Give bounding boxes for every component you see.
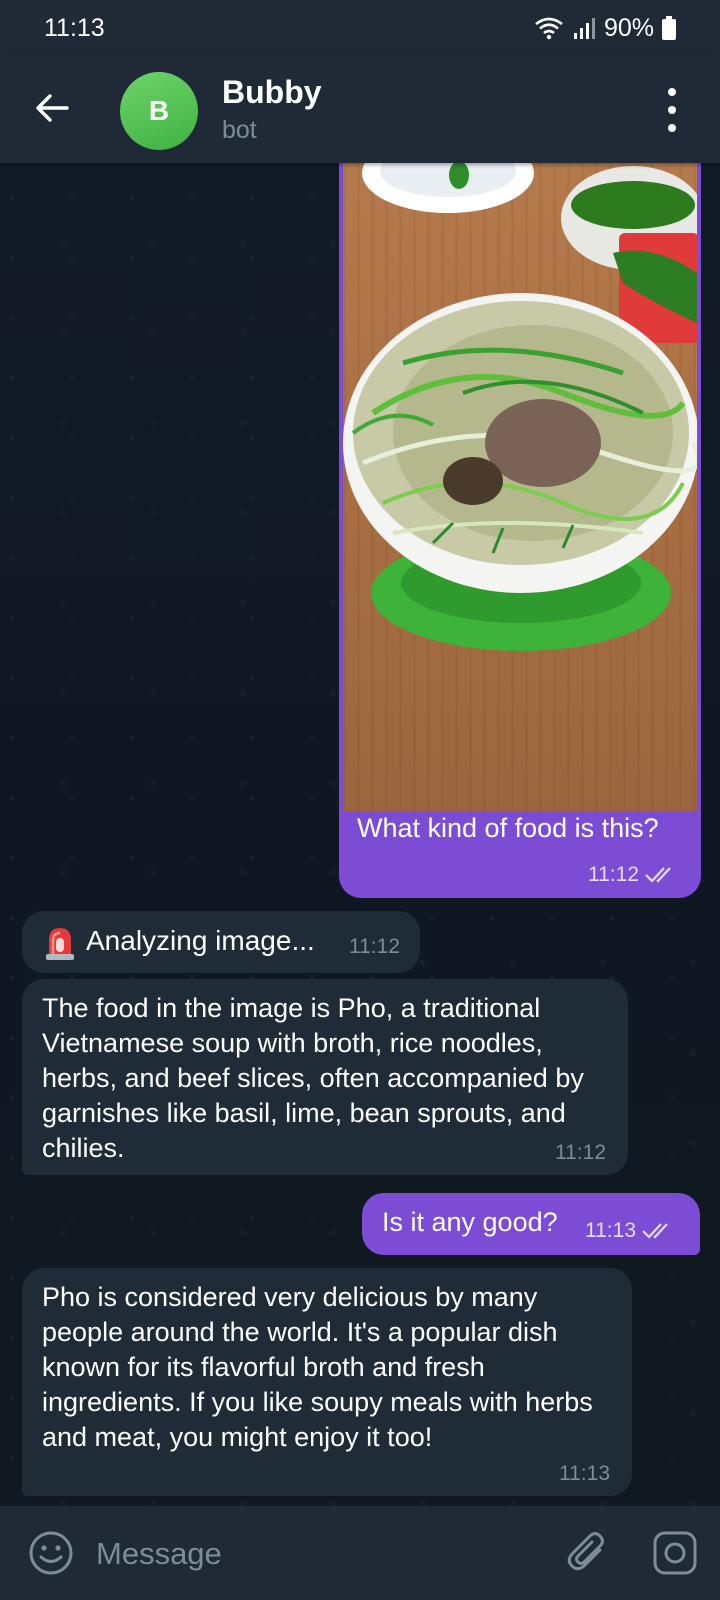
photo-caption: What kind of food is this? — [357, 813, 659, 843]
more-menu-button[interactable] — [662, 88, 682, 132]
double-check-icon — [645, 867, 671, 883]
incoming-status-message[interactable]: Analyzing image... 11:12 — [22, 911, 420, 973]
alert-siren-icon — [46, 928, 74, 960]
status-text: Analyzing image... — [86, 925, 315, 956]
back-button[interactable] — [30, 86, 74, 130]
camera-button[interactable] — [652, 1530, 698, 1576]
message-time: 11:12 — [349, 935, 400, 958]
emoji-button[interactable] — [28, 1530, 74, 1576]
message-text: Is it any good? — [382, 1207, 558, 1237]
message-text: Pho is considered very delicious by many… — [42, 1282, 593, 1452]
chat-title[interactable]: Bubby — [222, 74, 322, 111]
outgoing-text-message[interactable]: Is it any good? 11:13 — [362, 1193, 700, 1255]
status-bar: 11:13 90% — [0, 0, 720, 56]
message-time: 11:13 — [559, 1462, 610, 1485]
message-time: 11:12 — [555, 1141, 606, 1164]
message-input[interactable] — [94, 1524, 538, 1584]
battery-icon — [662, 16, 676, 40]
status-time: 11:13 — [44, 13, 105, 42]
battery-percent: 90% — [603, 13, 654, 42]
avatar-letter: B — [148, 95, 170, 126]
status-icons: 90% — [534, 14, 676, 43]
emoji-icon — [29, 1531, 73, 1575]
paperclip-icon — [567, 1532, 604, 1571]
pho-bowl-illustration — [343, 163, 697, 651]
double-check-icon — [642, 1223, 668, 1239]
chat-subtitle: bot — [222, 116, 257, 144]
more-vertical-icon — [668, 88, 676, 96]
attach-button[interactable] — [566, 1530, 610, 1576]
arrow-left-icon — [36, 94, 69, 122]
chat-header: B Bubby bot — [0, 56, 720, 163]
wifi-icon — [535, 17, 563, 40]
message-composer — [0, 1506, 720, 1600]
message-time: 11:13 — [585, 1219, 676, 1243]
message-time: 11:12 — [588, 863, 679, 887]
signal-icon — [573, 18, 595, 39]
avatar[interactable]: B — [120, 72, 198, 150]
outgoing-photo-message[interactable]: What kind of food is this? 11:12 — [339, 163, 701, 898]
chat-screen: 11:13 90% B Bubby bot What kind of food … — [0, 0, 720, 1600]
camera-icon — [653, 1531, 697, 1575]
incoming-text-message[interactable]: The food in the image is Pho, a traditio… — [22, 979, 628, 1175]
incoming-text-message[interactable]: Pho is considered very delicious by many… — [22, 1268, 632, 1496]
food-photo[interactable] — [343, 163, 697, 811]
message-text: The food in the image is Pho, a traditio… — [42, 993, 584, 1163]
message-list[interactable]: What kind of food is this? 11:12 Analyzi… — [0, 163, 720, 1506]
